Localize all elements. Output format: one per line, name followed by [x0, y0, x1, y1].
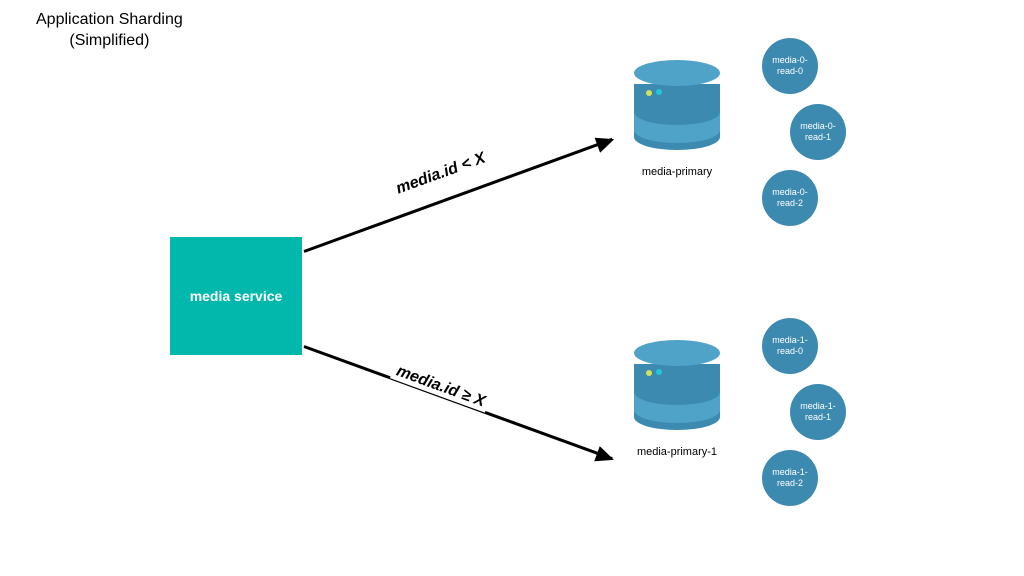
- shard-0-primary-label: media-primary: [634, 166, 720, 178]
- media-service-node: media service: [170, 237, 302, 355]
- title-line-2: (Simplified): [36, 31, 183, 52]
- shard-1-replicas: media-1-read-0 media-1-read-1 media-1-re…: [762, 318, 846, 506]
- database-icon: [634, 340, 720, 440]
- replica-node: media-0-read-1: [790, 104, 846, 160]
- replica-node: media-1-read-0: [762, 318, 818, 374]
- edge-label-top: media.id < X: [390, 148, 492, 200]
- database-icon: [634, 60, 720, 160]
- replica-node: media-1-read-1: [790, 384, 846, 440]
- replica-node: media-1-read-2: [762, 450, 818, 506]
- replica-node: media-0-read-0: [762, 38, 818, 94]
- diagram-title: Application Sharding (Simplified): [36, 10, 183, 52]
- arrow-to-shard-0: [303, 138, 612, 253]
- media-service-label: media service: [190, 288, 283, 304]
- shard-1-primary-label: media-primary-1: [634, 446, 720, 458]
- shard-0-cluster: media-primary media-0-read-0 media-0-rea…: [634, 60, 720, 178]
- edge-label-bottom: media.id ≥ X: [390, 361, 491, 413]
- shard-0-replicas: media-0-read-0 media-0-read-1 media-0-re…: [762, 38, 846, 226]
- title-line-1: Application Sharding: [36, 10, 183, 31]
- replica-node: media-0-read-2: [762, 170, 818, 226]
- shard-1-cluster: media-primary-1 media-1-read-0 media-1-r…: [634, 340, 720, 458]
